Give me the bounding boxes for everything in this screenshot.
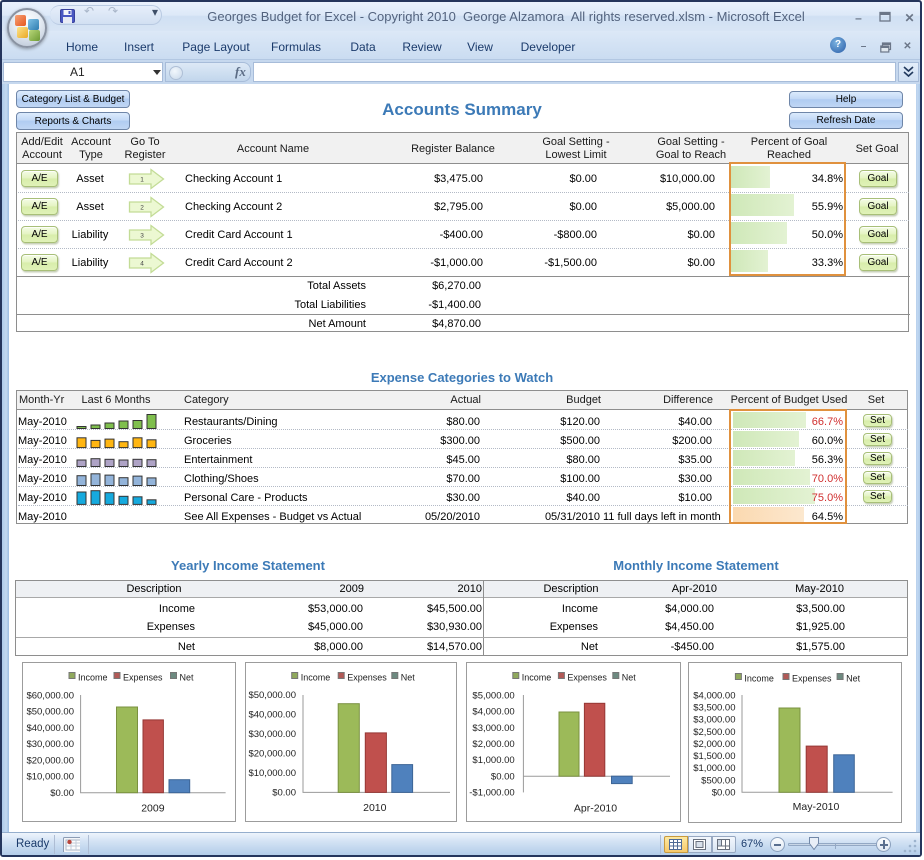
svg-text:Net: Net bbox=[401, 673, 416, 683]
svg-text:Net: Net bbox=[180, 673, 195, 683]
svg-text:-$1,000.00: -$1,000.00 bbox=[469, 788, 514, 799]
svg-text:$40,000.00: $40,000.00 bbox=[26, 723, 74, 734]
svg-text:$2,000.00: $2,000.00 bbox=[472, 739, 514, 750]
svg-text:2009: 2009 bbox=[141, 803, 165, 815]
svg-text:$500.00: $500.00 bbox=[701, 775, 735, 786]
svg-text:Expenses: Expenses bbox=[123, 673, 163, 683]
svg-text:$0.00: $0.00 bbox=[50, 788, 74, 799]
svg-text:Expenses: Expenses bbox=[567, 673, 607, 683]
svg-text:$1,500.00: $1,500.00 bbox=[693, 751, 735, 762]
svg-text:Net: Net bbox=[622, 673, 637, 683]
svg-text:$2,500.00: $2,500.00 bbox=[693, 727, 735, 738]
svg-text:$3,000.00: $3,000.00 bbox=[472, 723, 514, 734]
svg-text:May-2010: May-2010 bbox=[793, 801, 840, 813]
svg-text:$20,000.00: $20,000.00 bbox=[26, 755, 74, 766]
svg-text:Income: Income bbox=[301, 673, 331, 683]
svg-text:$2,000.00: $2,000.00 bbox=[693, 739, 735, 750]
svg-text:$0.00: $0.00 bbox=[272, 788, 296, 799]
svg-text:$10,000.00: $10,000.00 bbox=[26, 772, 74, 783]
svg-text:$40,000.00: $40,000.00 bbox=[248, 710, 296, 721]
svg-text:Income: Income bbox=[744, 674, 774, 684]
svg-text:Expenses: Expenses bbox=[792, 674, 832, 684]
svg-text:$50,000.00: $50,000.00 bbox=[248, 690, 296, 701]
svg-text:$3,000.00: $3,000.00 bbox=[693, 715, 735, 726]
svg-text:$1,000.00: $1,000.00 bbox=[472, 755, 514, 766]
svg-text:$3,500.00: $3,500.00 bbox=[693, 703, 735, 714]
svg-text:Net: Net bbox=[846, 674, 861, 684]
svg-text:$4,000.00: $4,000.00 bbox=[693, 690, 735, 701]
svg-text:$60,000.00: $60,000.00 bbox=[26, 691, 74, 702]
svg-text:$30,000.00: $30,000.00 bbox=[248, 729, 296, 740]
svg-text:$0.00: $0.00 bbox=[712, 788, 736, 799]
svg-text:$4,000.00: $4,000.00 bbox=[472, 707, 514, 718]
svg-text:Income: Income bbox=[522, 673, 552, 683]
svg-text:$5,000.00: $5,000.00 bbox=[472, 691, 514, 702]
svg-text:$20,000.00: $20,000.00 bbox=[248, 749, 296, 760]
svg-text:2010: 2010 bbox=[363, 802, 387, 814]
svg-text:$0.00: $0.00 bbox=[491, 771, 515, 782]
svg-text:$30,000.00: $30,000.00 bbox=[26, 739, 74, 750]
svg-text:$1,000.00: $1,000.00 bbox=[693, 763, 735, 774]
svg-text:$50,000.00: $50,000.00 bbox=[26, 707, 74, 718]
svg-text:$10,000.00: $10,000.00 bbox=[248, 768, 296, 779]
svg-text:Apr-2010: Apr-2010 bbox=[574, 803, 617, 815]
svg-text:Income: Income bbox=[78, 673, 108, 683]
svg-text:Expenses: Expenses bbox=[347, 673, 387, 683]
